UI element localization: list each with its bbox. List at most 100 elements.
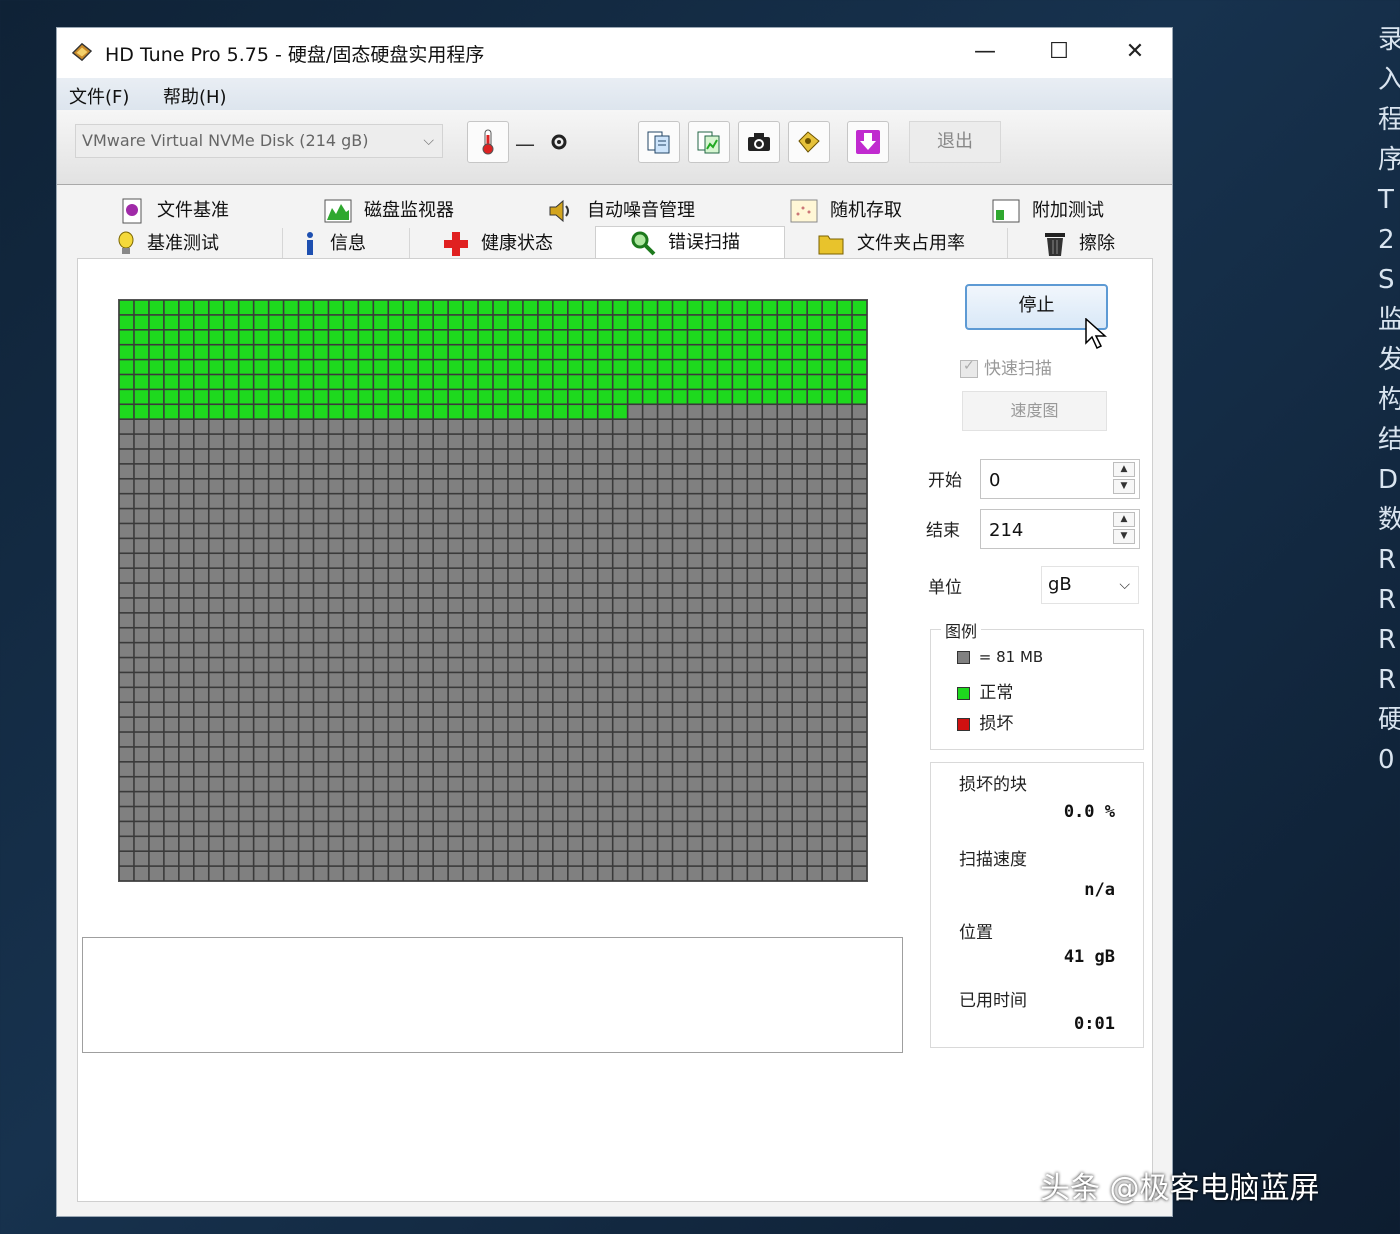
scan-block bbox=[299, 852, 313, 866]
tab-erase[interactable]: 擦除 bbox=[1043, 228, 1115, 260]
scan-block bbox=[344, 747, 358, 762]
scan-block bbox=[553, 703, 567, 717]
menu-help[interactable]: 帮助(H) bbox=[163, 83, 227, 109]
scan-block bbox=[194, 643, 208, 657]
download-button[interactable] bbox=[847, 121, 889, 163]
quick-scan-check[interactable] bbox=[960, 358, 978, 378]
scan-block bbox=[194, 524, 208, 538]
scan-block bbox=[538, 449, 553, 464]
scan-block bbox=[538, 509, 553, 523]
scan-block bbox=[179, 524, 193, 538]
scan-block bbox=[344, 673, 358, 687]
speed-map-button[interactable]: 速度图 bbox=[962, 391, 1107, 431]
scan-block bbox=[179, 866, 193, 881]
scan-block bbox=[179, 717, 193, 732]
scan-block bbox=[448, 866, 463, 881]
scan-block bbox=[314, 554, 328, 568]
scan-log-box[interactable] bbox=[82, 937, 903, 1053]
scan-block bbox=[239, 703, 253, 717]
scan-block bbox=[269, 419, 283, 434]
start-spinner[interactable]: ▲ ▼ bbox=[980, 459, 1140, 499]
quick-scan-checkbox[interactable]: 快速扫描 bbox=[960, 354, 1052, 379]
copy-results-button[interactable] bbox=[688, 121, 730, 163]
scan-block bbox=[329, 762, 343, 776]
scan-block bbox=[119, 747, 134, 762]
scan-block bbox=[778, 524, 792, 538]
tab-info[interactable]: 信息 bbox=[302, 228, 366, 260]
scan-block bbox=[314, 628, 328, 642]
scan-block bbox=[359, 539, 373, 553]
start-up-arrow[interactable]: ▲ bbox=[1113, 462, 1135, 477]
end-spinner[interactable]: ▲ ▼ bbox=[980, 509, 1140, 549]
scan-block bbox=[748, 449, 762, 464]
scan-block bbox=[688, 390, 702, 404]
background-text: 录入程序T2S监发构结D数RRRR硬0 bbox=[1378, 25, 1400, 775]
start-down-arrow[interactable]: ▼ bbox=[1113, 479, 1135, 494]
scan-block bbox=[404, 494, 418, 508]
scan-block bbox=[852, 673, 867, 687]
tab-benchmark[interactable]: 基准测试 bbox=[117, 228, 219, 260]
scan-block bbox=[598, 479, 612, 493]
scan-block bbox=[149, 405, 164, 419]
scan-block bbox=[568, 658, 582, 672]
end-up-arrow[interactable]: ▲ bbox=[1113, 512, 1135, 527]
minimize-button[interactable]: — bbox=[949, 28, 1021, 78]
scan-block bbox=[374, 747, 388, 762]
scan-block bbox=[448, 673, 463, 687]
options-button[interactable] bbox=[788, 121, 830, 163]
exit-button[interactable]: 退出 bbox=[909, 121, 1001, 163]
tab-folder-usage[interactable]: 文件夹占用率 bbox=[817, 228, 965, 260]
scan-block bbox=[673, 643, 687, 657]
scan-block bbox=[852, 360, 867, 374]
close-button[interactable]: ✕ bbox=[1099, 28, 1171, 78]
scan-block bbox=[284, 360, 298, 374]
scan-block bbox=[763, 792, 777, 806]
scan-block bbox=[688, 464, 702, 478]
scan-block bbox=[239, 464, 253, 478]
scan-block bbox=[718, 330, 732, 344]
scan-block bbox=[254, 628, 268, 642]
scan-block bbox=[448, 703, 463, 717]
tab-extra-tests[interactable]: 附加测试 bbox=[992, 195, 1104, 227]
scan-block bbox=[269, 866, 283, 881]
scan-block bbox=[254, 568, 268, 583]
scan-block bbox=[134, 852, 149, 866]
tab-error-scan[interactable]: 错误扫描 bbox=[595, 226, 785, 258]
scan-block bbox=[718, 643, 732, 657]
end-input[interactable] bbox=[987, 516, 1111, 544]
tab-random-access[interactable]: 随机存取 bbox=[790, 195, 902, 227]
tab-disk-monitor[interactable]: 磁盘监视器 bbox=[324, 195, 454, 227]
menu-file[interactable]: 文件(F) bbox=[69, 83, 129, 109]
scan-block bbox=[718, 479, 732, 493]
tab-file-benchmark[interactable]: 文件基准 bbox=[119, 195, 229, 227]
end-down-arrow[interactable]: ▼ bbox=[1113, 529, 1135, 544]
scan-block bbox=[658, 330, 672, 344]
scan-block bbox=[628, 807, 642, 821]
scan-block bbox=[433, 360, 448, 374]
copy-info-button[interactable] bbox=[638, 121, 680, 163]
maximize-button[interactable]: ☐ bbox=[1023, 28, 1095, 78]
unit-select[interactable]: gB ⌵ bbox=[1041, 566, 1139, 604]
scan-block bbox=[119, 792, 134, 806]
scan-block bbox=[703, 688, 717, 702]
scan-block bbox=[164, 792, 179, 806]
scan-block bbox=[314, 703, 328, 717]
scan-block bbox=[748, 464, 762, 478]
scan-block bbox=[254, 464, 268, 478]
scan-block bbox=[433, 866, 448, 881]
temperature-button[interactable] bbox=[467, 121, 509, 163]
tab-aam[interactable]: 自动噪音管理 bbox=[547, 195, 695, 227]
scan-block bbox=[433, 643, 448, 657]
start-input[interactable] bbox=[987, 466, 1111, 494]
screenshot-button[interactable] bbox=[738, 121, 780, 163]
scan-block bbox=[419, 792, 433, 806]
scan-block bbox=[703, 434, 717, 449]
tab-health[interactable]: 健康状态 bbox=[443, 228, 553, 260]
scan-block bbox=[419, 777, 433, 791]
scan-block bbox=[613, 717, 627, 732]
scan-block bbox=[748, 807, 762, 821]
scan-block bbox=[374, 479, 388, 493]
disk-select[interactable]: VMware Virtual NVMe Disk (214 gB) ⌵ bbox=[75, 124, 443, 158]
scan-block bbox=[598, 777, 612, 791]
scan-block bbox=[793, 375, 807, 389]
